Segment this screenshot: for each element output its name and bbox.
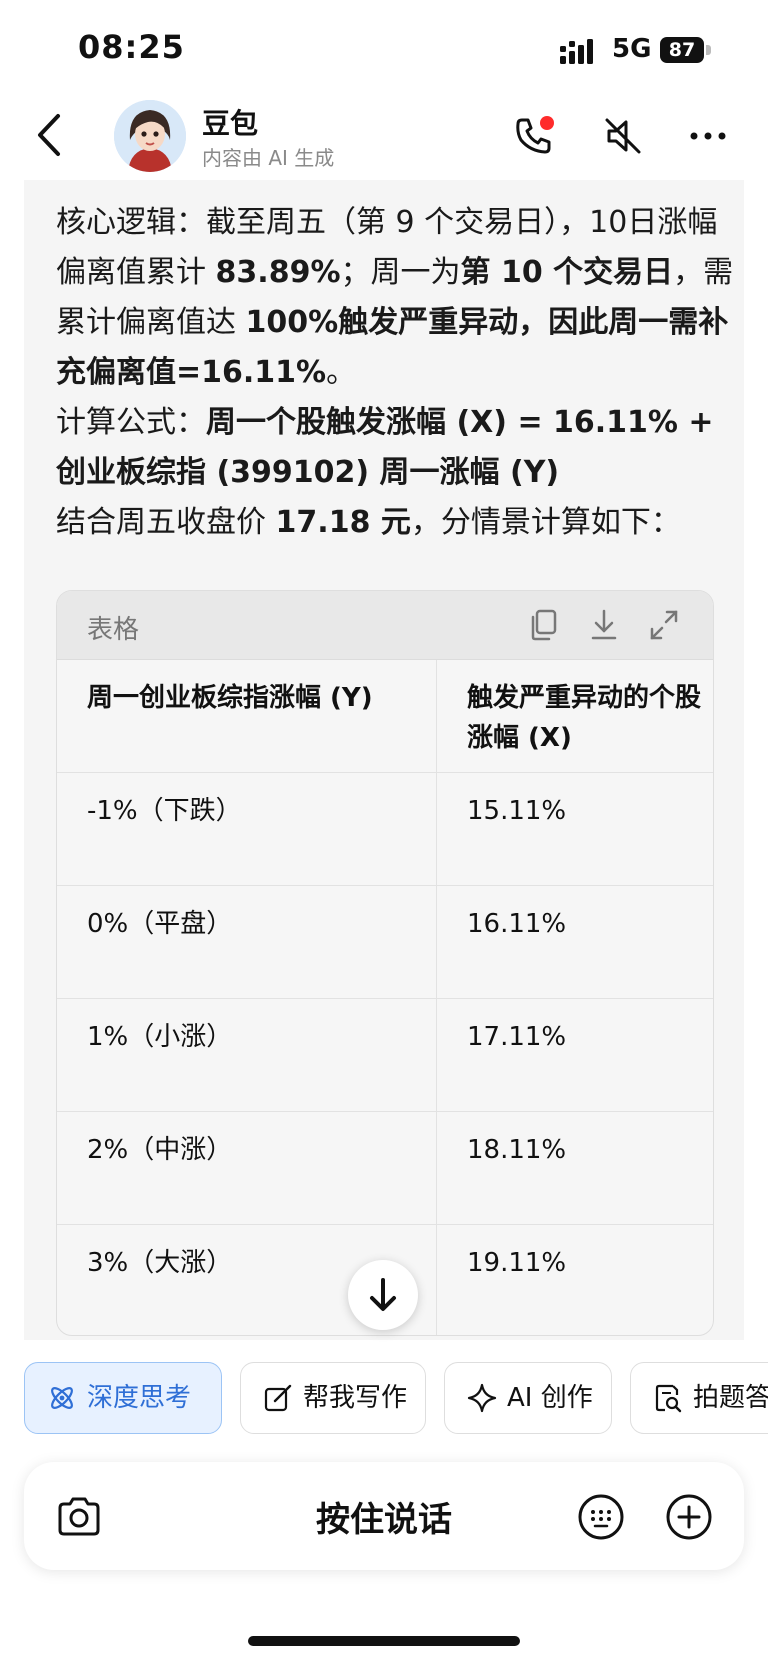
quick-actions-bar: 深度思考 帮我写作 AI 创作 拍题答疑 xyxy=(24,1362,768,1438)
add-icon[interactable] xyxy=(664,1492,714,1542)
battery-icon: 87 xyxy=(660,37,714,65)
chip-label: 拍题答疑 xyxy=(693,1383,768,1413)
formula-paragraph: 计算公式：周一个股触发涨幅 (X) = 16.11% + 创业板综指 (3991… xyxy=(56,398,736,498)
chip-label: 深度思考 xyxy=(87,1383,192,1413)
expand-icon[interactable] xyxy=(647,607,681,643)
ai-generated-note: 内容由 AI 生成 xyxy=(202,146,335,170)
text-run: ，分情景计算如下： xyxy=(410,505,681,540)
text-run: 计算公式： xyxy=(56,405,206,440)
copy-icon[interactable] xyxy=(527,607,561,643)
text-run: 结合周五收盘价 xyxy=(56,505,276,540)
chip-label: 帮我写作 xyxy=(303,1383,408,1413)
scenario-paragraph: 结合周五收盘价 17.18 元，分情景计算如下： xyxy=(56,498,736,548)
text-run: ；周一为 xyxy=(340,255,461,290)
home-indicator[interactable] xyxy=(248,1636,520,1646)
text-run-bold: 83.89% xyxy=(215,255,341,290)
edit-icon xyxy=(264,1384,292,1412)
table-row: 1%（小涨） 17.11% xyxy=(57,999,713,1112)
scroll-to-bottom-button[interactable] xyxy=(348,1260,418,1330)
message-text: 核心逻辑：截至周五（第 9 个交易日），10日涨幅偏离值累计 83.89%；周一… xyxy=(56,198,736,548)
table-cell: 17.11% xyxy=(467,1022,567,1052)
phone-call-icon[interactable] xyxy=(512,114,556,158)
input-bar: 按住说话 xyxy=(24,1462,744,1570)
sparkle-icon xyxy=(467,1383,497,1413)
table-cell: 15.11% xyxy=(467,796,567,826)
table-toolbar: 表格 xyxy=(57,591,713,660)
table-cell: 16.11% xyxy=(467,909,567,939)
help-write-chip[interactable]: 帮我写作 xyxy=(240,1362,426,1434)
table-row: -1%（下跌） 15.11% xyxy=(57,773,713,886)
chat-header: 豆包 内容由 AI 生成 xyxy=(0,96,768,180)
keyboard-icon[interactable] xyxy=(576,1492,626,1542)
battery-cap xyxy=(706,45,711,55)
ai-message-bubble: 核心逻辑：截至周五（第 9 个交易日），10日涨幅偏离值累计 83.89%；周一… xyxy=(24,180,744,1340)
more-icon[interactable] xyxy=(686,114,730,158)
text-run: 。 xyxy=(326,355,357,390)
download-icon[interactable] xyxy=(587,607,621,643)
battery-level: 87 xyxy=(660,37,704,63)
status-time: 08:25 xyxy=(78,28,185,66)
avatar[interactable] xyxy=(114,100,186,172)
table-cell: -1%（下跌） xyxy=(57,773,437,885)
status-bar: 08:25 5G 87 xyxy=(0,0,768,96)
scan-doc-icon xyxy=(655,1384,682,1413)
network-type: 5G xyxy=(612,34,652,64)
avatar-portrait-icon xyxy=(114,100,186,172)
signal-icon xyxy=(560,39,593,64)
table-header-cell: 触发严重异动的个股涨幅 (X) xyxy=(467,683,702,753)
table-cell: 1%（小涨） xyxy=(57,999,437,1111)
table-card: 表格 周一创业板综指涨幅 (Y) 触发严重异动的个股涨幅 (X) -1%（下跌）… xyxy=(56,590,714,1336)
table-label: 表格 xyxy=(87,615,140,645)
table-header-cell: 周一创业板综指涨幅 (Y) xyxy=(57,660,437,772)
photo-question-chip[interactable]: 拍题答疑 xyxy=(630,1362,768,1434)
scenario-table: 周一创业板综指涨幅 (Y) 触发严重异动的个股涨幅 (X) -1%（下跌） 15… xyxy=(57,660,713,1335)
text-run-bold: 第 10 个交易日 xyxy=(460,255,674,290)
table-cell: 19.11% xyxy=(467,1248,567,1278)
call-dot xyxy=(540,116,554,130)
chat-title: 豆包 xyxy=(202,107,259,140)
mute-speaker-icon[interactable] xyxy=(601,114,645,158)
push-to-talk-button[interactable]: 按住说话 xyxy=(24,1492,744,1541)
table-cell: 18.11% xyxy=(467,1135,567,1165)
deep-think-chip[interactable]: 深度思考 xyxy=(24,1362,222,1434)
ai-create-chip[interactable]: AI 创作 xyxy=(444,1362,612,1434)
table-cell: 0%（平盘） xyxy=(57,886,437,998)
table-row: 2%（中涨） 18.11% xyxy=(57,1112,713,1225)
table-cell: 2%（中涨） xyxy=(57,1112,437,1224)
back-icon[interactable] xyxy=(30,110,70,160)
table-header-row: 周一创业板综指涨幅 (Y) 触发严重异动的个股涨幅 (X) xyxy=(57,660,713,773)
chip-label: AI 创作 xyxy=(507,1383,593,1413)
atom-icon xyxy=(51,1387,73,1409)
core-logic-paragraph: 核心逻辑：截至周五（第 9 个交易日），10日涨幅偏离值累计 83.89%；周一… xyxy=(56,198,736,398)
text-run-bold: 17.18 元 xyxy=(275,505,411,540)
table-row: 0%（平盘） 16.11% xyxy=(57,886,713,999)
